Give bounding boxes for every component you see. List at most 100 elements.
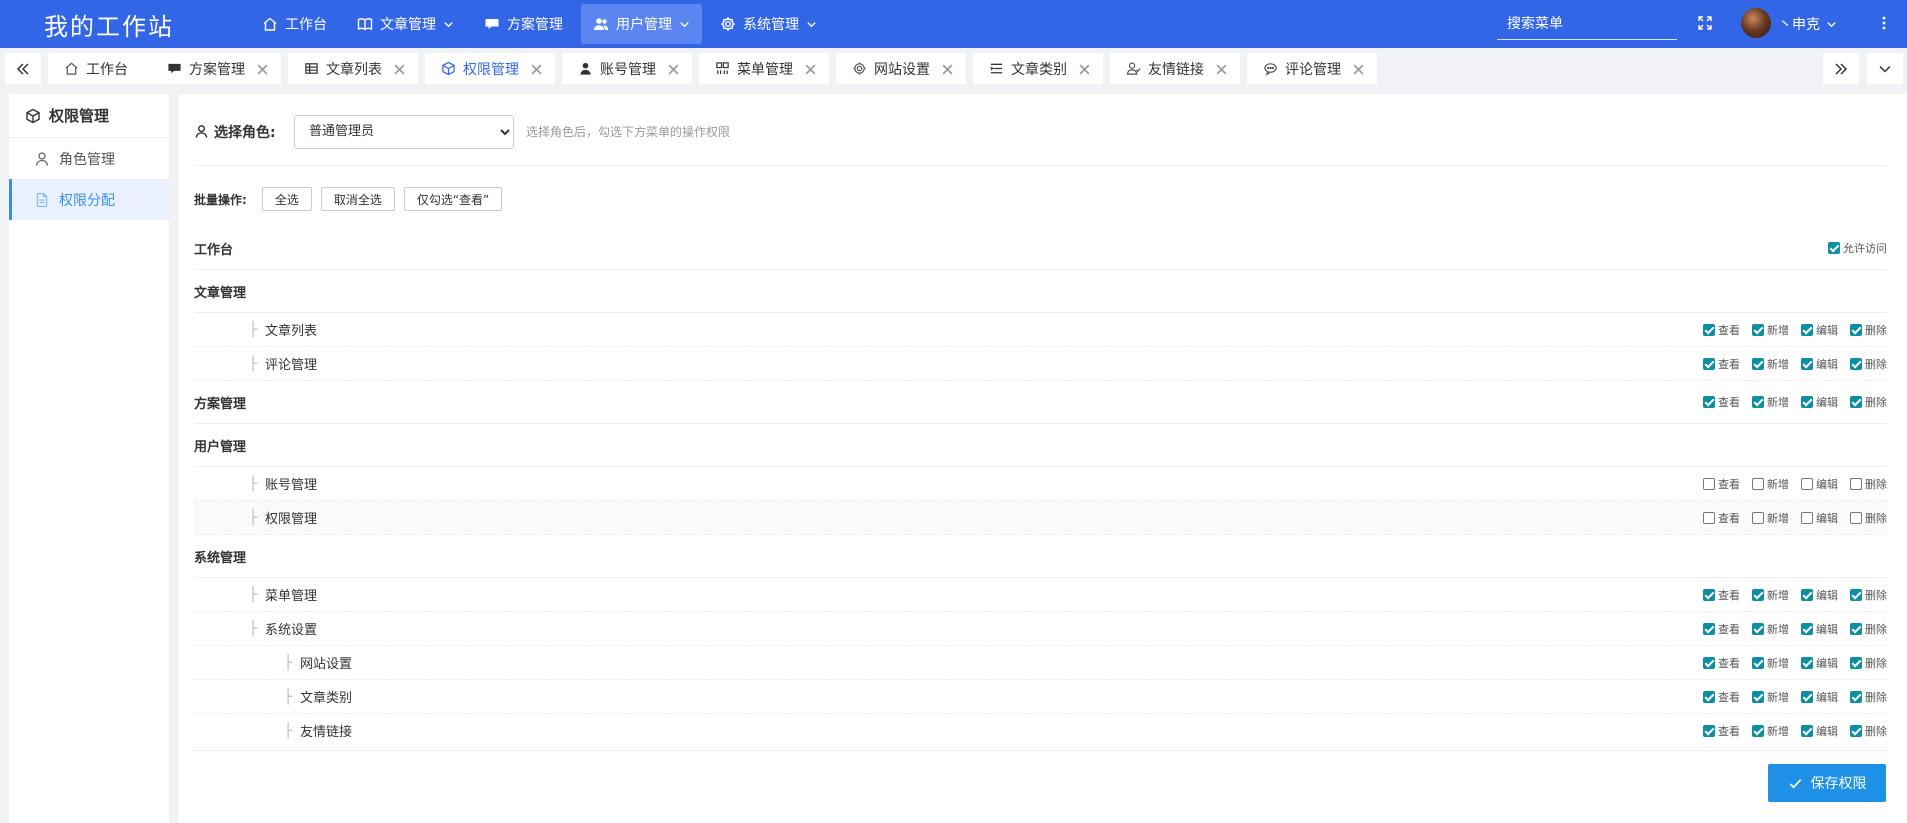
perm-add-checkbox[interactable]: 新增 — [1752, 476, 1789, 492]
checkbox[interactable] — [1752, 622, 1764, 635]
role-select[interactable]: 普通管理员 — [294, 114, 514, 149]
close-icon[interactable] — [1351, 62, 1364, 75]
nav-item-plans[interactable]: 方案管理 — [472, 4, 575, 44]
perm-delete-checkbox[interactable]: 删除 — [1850, 621, 1887, 637]
checkbox[interactable] — [1703, 511, 1715, 524]
tab-comments[interactable]: 评论管理 — [1247, 53, 1377, 84]
tab-accounts[interactable]: 账号管理 — [562, 53, 692, 84]
perm-view-checkbox[interactable]: 查看 — [1703, 655, 1740, 671]
perm-view-checkbox[interactable]: 查看 — [1703, 394, 1740, 410]
checkbox[interactable] — [1752, 724, 1764, 737]
brand-title[interactable]: 我的工作站 — [0, 7, 250, 42]
close-icon[interactable] — [940, 62, 953, 75]
perm-delete-checkbox[interactable]: 删除 — [1850, 723, 1887, 739]
checkbox[interactable] — [1703, 357, 1715, 370]
close-icon[interactable] — [392, 62, 405, 75]
perm-edit-checkbox[interactable]: 编辑 — [1801, 394, 1838, 410]
perm-edit-checkbox[interactable]: 编辑 — [1801, 621, 1838, 637]
nav-item-dashboard[interactable]: 工作台 — [250, 4, 339, 44]
close-icon[interactable] — [803, 62, 816, 75]
perm-delete-checkbox[interactable]: 删除 — [1850, 587, 1887, 603]
perm-view-checkbox[interactable]: 查看 — [1703, 587, 1740, 603]
checkbox[interactable] — [1752, 511, 1764, 524]
perm-delete-checkbox[interactable]: 删除 — [1850, 356, 1887, 372]
perm-view-checkbox[interactable]: 查看 — [1703, 356, 1740, 372]
checkbox[interactable] — [1703, 690, 1715, 703]
nav-item-system[interactable]: 系统管理 — [708, 4, 829, 44]
tab-menus[interactable]: 菜单管理 — [699, 53, 829, 84]
perm-delete-checkbox[interactable]: 删除 — [1850, 510, 1887, 526]
checkbox[interactable] — [1850, 357, 1862, 370]
checkbox[interactable] — [1850, 588, 1862, 601]
checkbox[interactable] — [1752, 396, 1764, 408]
tabs-menu-button[interactable] — [1867, 53, 1903, 84]
perm-delete-checkbox[interactable]: 删除 — [1850, 476, 1887, 492]
checkbox[interactable] — [1850, 323, 1862, 336]
avatar[interactable] — [1741, 8, 1771, 38]
checkbox[interactable] — [1850, 477, 1862, 490]
sidebar-item-permission-assign[interactable]: 权限分配 — [9, 179, 169, 220]
sidebar-item-roles[interactable]: 角色管理 — [9, 138, 169, 179]
checkbox[interactable] — [1850, 690, 1862, 703]
perm-view-checkbox[interactable]: 查看 — [1703, 322, 1740, 338]
checkbox[interactable] — [1801, 690, 1813, 703]
perm-add-checkbox[interactable]: 新增 — [1752, 510, 1789, 526]
nav-item-users[interactable]: 用户管理 — [581, 4, 702, 44]
checkbox[interactable] — [1801, 357, 1813, 370]
perm-edit-checkbox[interactable]: 编辑 — [1801, 322, 1838, 338]
checkbox[interactable] — [1801, 724, 1813, 737]
checkbox[interactable] — [1850, 724, 1862, 737]
checkbox[interactable] — [1703, 477, 1715, 490]
tab-plans[interactable]: 方案管理 — [151, 53, 281, 84]
fullscreen-icon[interactable] — [1697, 15, 1713, 31]
checkbox[interactable] — [1801, 396, 1813, 408]
select-all-button[interactable]: 全选 — [261, 187, 312, 211]
select-view-only-button[interactable]: 仅勾选“查看” — [403, 187, 503, 211]
checkbox[interactable] — [1752, 588, 1764, 601]
deselect-all-button[interactable]: 取消全选 — [320, 187, 395, 211]
checkbox[interactable] — [1850, 396, 1862, 408]
perm-edit-checkbox[interactable]: 编辑 — [1801, 587, 1838, 603]
perm-view-checkbox[interactable]: 查看 — [1703, 476, 1740, 492]
perm-view-checkbox[interactable]: 查看 — [1703, 689, 1740, 705]
checkbox[interactable] — [1752, 323, 1764, 336]
perm-add-checkbox[interactable]: 新增 — [1752, 587, 1789, 603]
checkbox[interactable] — [1801, 323, 1813, 336]
perm-edit-checkbox[interactable]: 编辑 — [1801, 476, 1838, 492]
tab-permissions[interactable]: 权限管理 — [425, 53, 555, 84]
tabs-scroll-left-button[interactable] — [5, 53, 41, 84]
checkbox[interactable] — [1703, 724, 1715, 737]
checkbox[interactable] — [1703, 656, 1715, 669]
perm-add-checkbox[interactable]: 新增 — [1752, 689, 1789, 705]
more-vertical-icon[interactable] — [1876, 14, 1892, 32]
perm-edit-checkbox[interactable]: 编辑 — [1801, 655, 1838, 671]
checkbox[interactable] — [1752, 656, 1764, 669]
save-permissions-button[interactable]: 保存权限 — [1768, 764, 1886, 802]
checkbox[interactable] — [1801, 588, 1813, 601]
checkbox[interactable] — [1752, 357, 1764, 370]
perm-delete-checkbox[interactable]: 删除 — [1850, 655, 1887, 671]
checkbox[interactable] — [1850, 622, 1862, 635]
perm-add-checkbox[interactable]: 新增 — [1752, 621, 1789, 637]
close-icon[interactable] — [1214, 62, 1227, 75]
perm-delete-checkbox[interactable]: 删除 — [1850, 689, 1887, 705]
tabs-scroll-right-button[interactable] — [1823, 53, 1859, 84]
perm-edit-checkbox[interactable]: 编辑 — [1801, 689, 1838, 705]
perm-edit-checkbox[interactable]: 编辑 — [1801, 356, 1838, 372]
tab-site-settings[interactable]: 网站设置 — [836, 53, 966, 84]
checkbox[interactable] — [1703, 396, 1715, 408]
tab-article-categories[interactable]: 文章类别 — [973, 53, 1103, 84]
user-menu[interactable]: 丶申克 — [1778, 14, 1837, 34]
perm-add-checkbox[interactable]: 新增 — [1752, 356, 1789, 372]
checkbox[interactable] — [1801, 511, 1813, 524]
perm-view-checkbox[interactable]: 查看 — [1703, 621, 1740, 637]
close-icon[interactable] — [666, 62, 679, 75]
perm-view-checkbox[interactable]: 查看 — [1703, 510, 1740, 526]
perm-delete-checkbox[interactable]: 删除 — [1850, 394, 1887, 410]
checkbox[interactable] — [1850, 656, 1862, 669]
perm-add-checkbox[interactable]: 新增 — [1752, 322, 1789, 338]
checkbox[interactable] — [1703, 622, 1715, 635]
close-icon[interactable] — [255, 62, 268, 75]
checkbox[interactable] — [1850, 511, 1862, 524]
search-menu-input[interactable]: 搜索菜单 — [1497, 8, 1677, 40]
